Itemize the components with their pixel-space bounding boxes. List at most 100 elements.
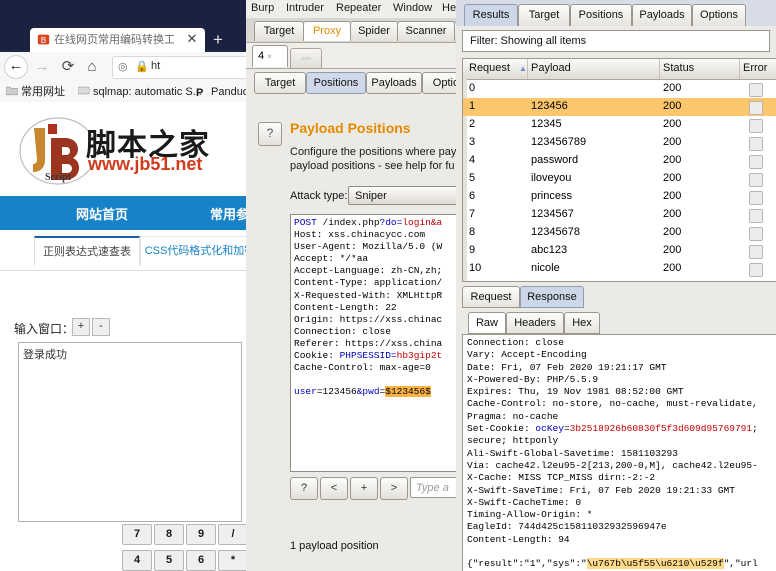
table-row[interactable]: 2 12345 200: [463, 116, 776, 134]
table-row[interactable]: 3 123456789 200: [463, 134, 776, 152]
cell-error-checkbox[interactable]: [749, 101, 763, 115]
cell-payload: 12345: [531, 118, 562, 130]
cell-error-checkbox[interactable]: [749, 155, 763, 169]
cell-request: 7: [469, 208, 476, 220]
jb-favicon-icon: B: [37, 34, 50, 45]
menu-window[interactable]: Window: [393, 2, 432, 14]
tab-response[interactable]: Response: [520, 286, 584, 308]
table-row[interactable]: 4 password 200: [463, 152, 776, 170]
help-button[interactable]: ?: [290, 477, 318, 500]
cell-status: 200: [663, 82, 682, 94]
attack-tab-new[interactable]: ▫▫▫: [290, 48, 322, 68]
response-body[interactable]: Connection: close Vary: Accept-Encoding …: [462, 334, 776, 571]
tab-target[interactable]: Target: [518, 4, 570, 26]
menu-burp[interactable]: Burp: [251, 2, 274, 14]
burp-main-tabs: Target Proxy Spider Scanner In: [246, 18, 486, 42]
new-tab-button[interactable]: +: [208, 30, 228, 50]
bookmarks-bar: 常用网址 sqlmap: automatic S... P Panduor: [0, 82, 262, 103]
tab-payloads[interactable]: Payloads: [632, 4, 692, 26]
cell-error-checkbox[interactable]: [749, 173, 763, 187]
tab-spider[interactable]: Spider: [350, 21, 398, 41]
cell-error-checkbox[interactable]: [749, 83, 763, 97]
col-request[interactable]: Request: [469, 62, 510, 74]
home-icon[interactable]: ⌂: [82, 57, 102, 77]
cell-error-checkbox[interactable]: [749, 263, 763, 277]
tab-proxy[interactable]: Proxy: [303, 21, 351, 41]
bookmark-item-0[interactable]: 常用网址: [6, 85, 65, 99]
input-textarea[interactable]: 登录成功: [18, 342, 242, 522]
calc-key-divide[interactable]: /: [218, 524, 248, 545]
cell-error-checkbox[interactable]: [749, 119, 763, 133]
tab-hex[interactable]: Hex: [564, 312, 600, 334]
increase-button[interactable]: +: [72, 318, 90, 336]
tab-regex-cheatsheet[interactable]: 正则表达式速查表: [34, 236, 140, 266]
tab-positions[interactable]: Positions: [570, 4, 632, 26]
help-icon[interactable]: ?: [258, 122, 282, 146]
col-error[interactable]: Error: [743, 62, 767, 74]
filter-bar[interactable]: Filter: Showing all items: [462, 30, 770, 52]
svg-text:B: B: [41, 36, 46, 45]
calc-key-7[interactable]: 7: [122, 524, 152, 545]
reload-icon[interactable]: ⟳: [58, 57, 78, 77]
bookmark-item-1[interactable]: sqlmap: automatic S...: [78, 85, 202, 99]
table-row[interactable]: 0 200: [463, 80, 776, 98]
svg-text:Script: Script: [45, 172, 72, 183]
subtab-payloads[interactable]: Payloads: [366, 72, 422, 94]
close-icon[interactable]: ✕: [185, 31, 199, 47]
add-button[interactable]: +: [350, 477, 378, 500]
cell-status: 200: [663, 190, 682, 202]
subtab-positions[interactable]: Positions: [306, 72, 366, 94]
back-icon[interactable]: ←: [4, 55, 28, 79]
table-row[interactable]: 8 12345678 200: [463, 224, 776, 242]
site-nav-item-params[interactable]: 常用参: [210, 204, 249, 223]
calc-key-4[interactable]: 4: [122, 550, 152, 571]
calc-key-6[interactable]: 6: [186, 550, 216, 571]
calc-key-9[interactable]: 9: [186, 524, 216, 545]
url-bar[interactable]: ◎ 🔒 ht: [112, 56, 262, 79]
tab-css-format[interactable]: CSS代码格式化和加密: [140, 236, 260, 265]
attack-tab-4[interactable]: 4 ×: [252, 45, 288, 67]
decrease-button[interactable]: -: [92, 318, 110, 336]
tab-scanner[interactable]: Scanner: [397, 21, 455, 41]
forward-icon[interactable]: →: [32, 57, 52, 77]
results-table[interactable]: Request ▲ Payload Status Error 0 200 1 1…: [462, 58, 776, 282]
table-row[interactable]: 6 princess 200: [463, 188, 776, 206]
subtab-target[interactable]: Target: [254, 72, 306, 94]
menu-intruder[interactable]: Intruder: [286, 2, 324, 14]
bookmark-item-2[interactable]: P Panduor: [196, 85, 253, 99]
col-status[interactable]: Status: [663, 62, 694, 74]
cell-error-checkbox[interactable]: [749, 245, 763, 259]
bookmark-label: sqlmap: automatic S...: [93, 86, 202, 98]
tab-headers[interactable]: Headers: [506, 312, 564, 334]
cell-error-checkbox[interactable]: [749, 137, 763, 151]
tab-raw[interactable]: Raw: [468, 312, 506, 334]
calc-key-multiply[interactable]: *: [218, 550, 248, 571]
menu-repeater[interactable]: Repeater: [336, 2, 381, 14]
table-row[interactable]: 10 nicole 200: [463, 260, 776, 278]
payload-positions-desc-2: payload positions - see help for fu: [290, 160, 455, 172]
cell-error-checkbox[interactable]: [749, 209, 763, 223]
cell-error-checkbox[interactable]: [749, 227, 763, 241]
table-row[interactable]: 1 123456 200: [463, 98, 776, 116]
table-row[interactable]: 7 1234567 200: [463, 206, 776, 224]
tab-options[interactable]: Options: [692, 4, 746, 26]
table-row[interactable]: 9 abc123 200: [463, 242, 776, 260]
calc-key-5[interactable]: 5: [154, 550, 184, 571]
tab-request[interactable]: Request: [462, 286, 520, 308]
cell-payload: 123456789: [531, 136, 587, 148]
lock-icon[interactable]: 🔒: [135, 60, 149, 73]
browser-tab[interactable]: B 在线网页常用编码转换工具_脚 ✕: [30, 28, 205, 52]
next-button[interactable]: >: [380, 477, 408, 500]
cell-error-checkbox[interactable]: [749, 191, 763, 205]
results-table-header: Request ▲ Payload Status Error: [463, 59, 776, 80]
table-row[interactable]: 5 iloveyou 200: [463, 170, 776, 188]
prev-button[interactable]: <: [320, 477, 348, 500]
calc-key-8[interactable]: 8: [154, 524, 184, 545]
shield-icon[interactable]: ◎: [118, 60, 128, 73]
tab-target[interactable]: Target: [254, 21, 304, 41]
site-nav-item-home[interactable]: 网站首页: [76, 204, 128, 223]
cell-payload: 123456: [531, 100, 568, 112]
tab-results[interactable]: Results: [464, 4, 518, 26]
attack-tab-close-icon[interactable]: ×: [267, 52, 272, 61]
col-payload[interactable]: Payload: [531, 62, 571, 74]
